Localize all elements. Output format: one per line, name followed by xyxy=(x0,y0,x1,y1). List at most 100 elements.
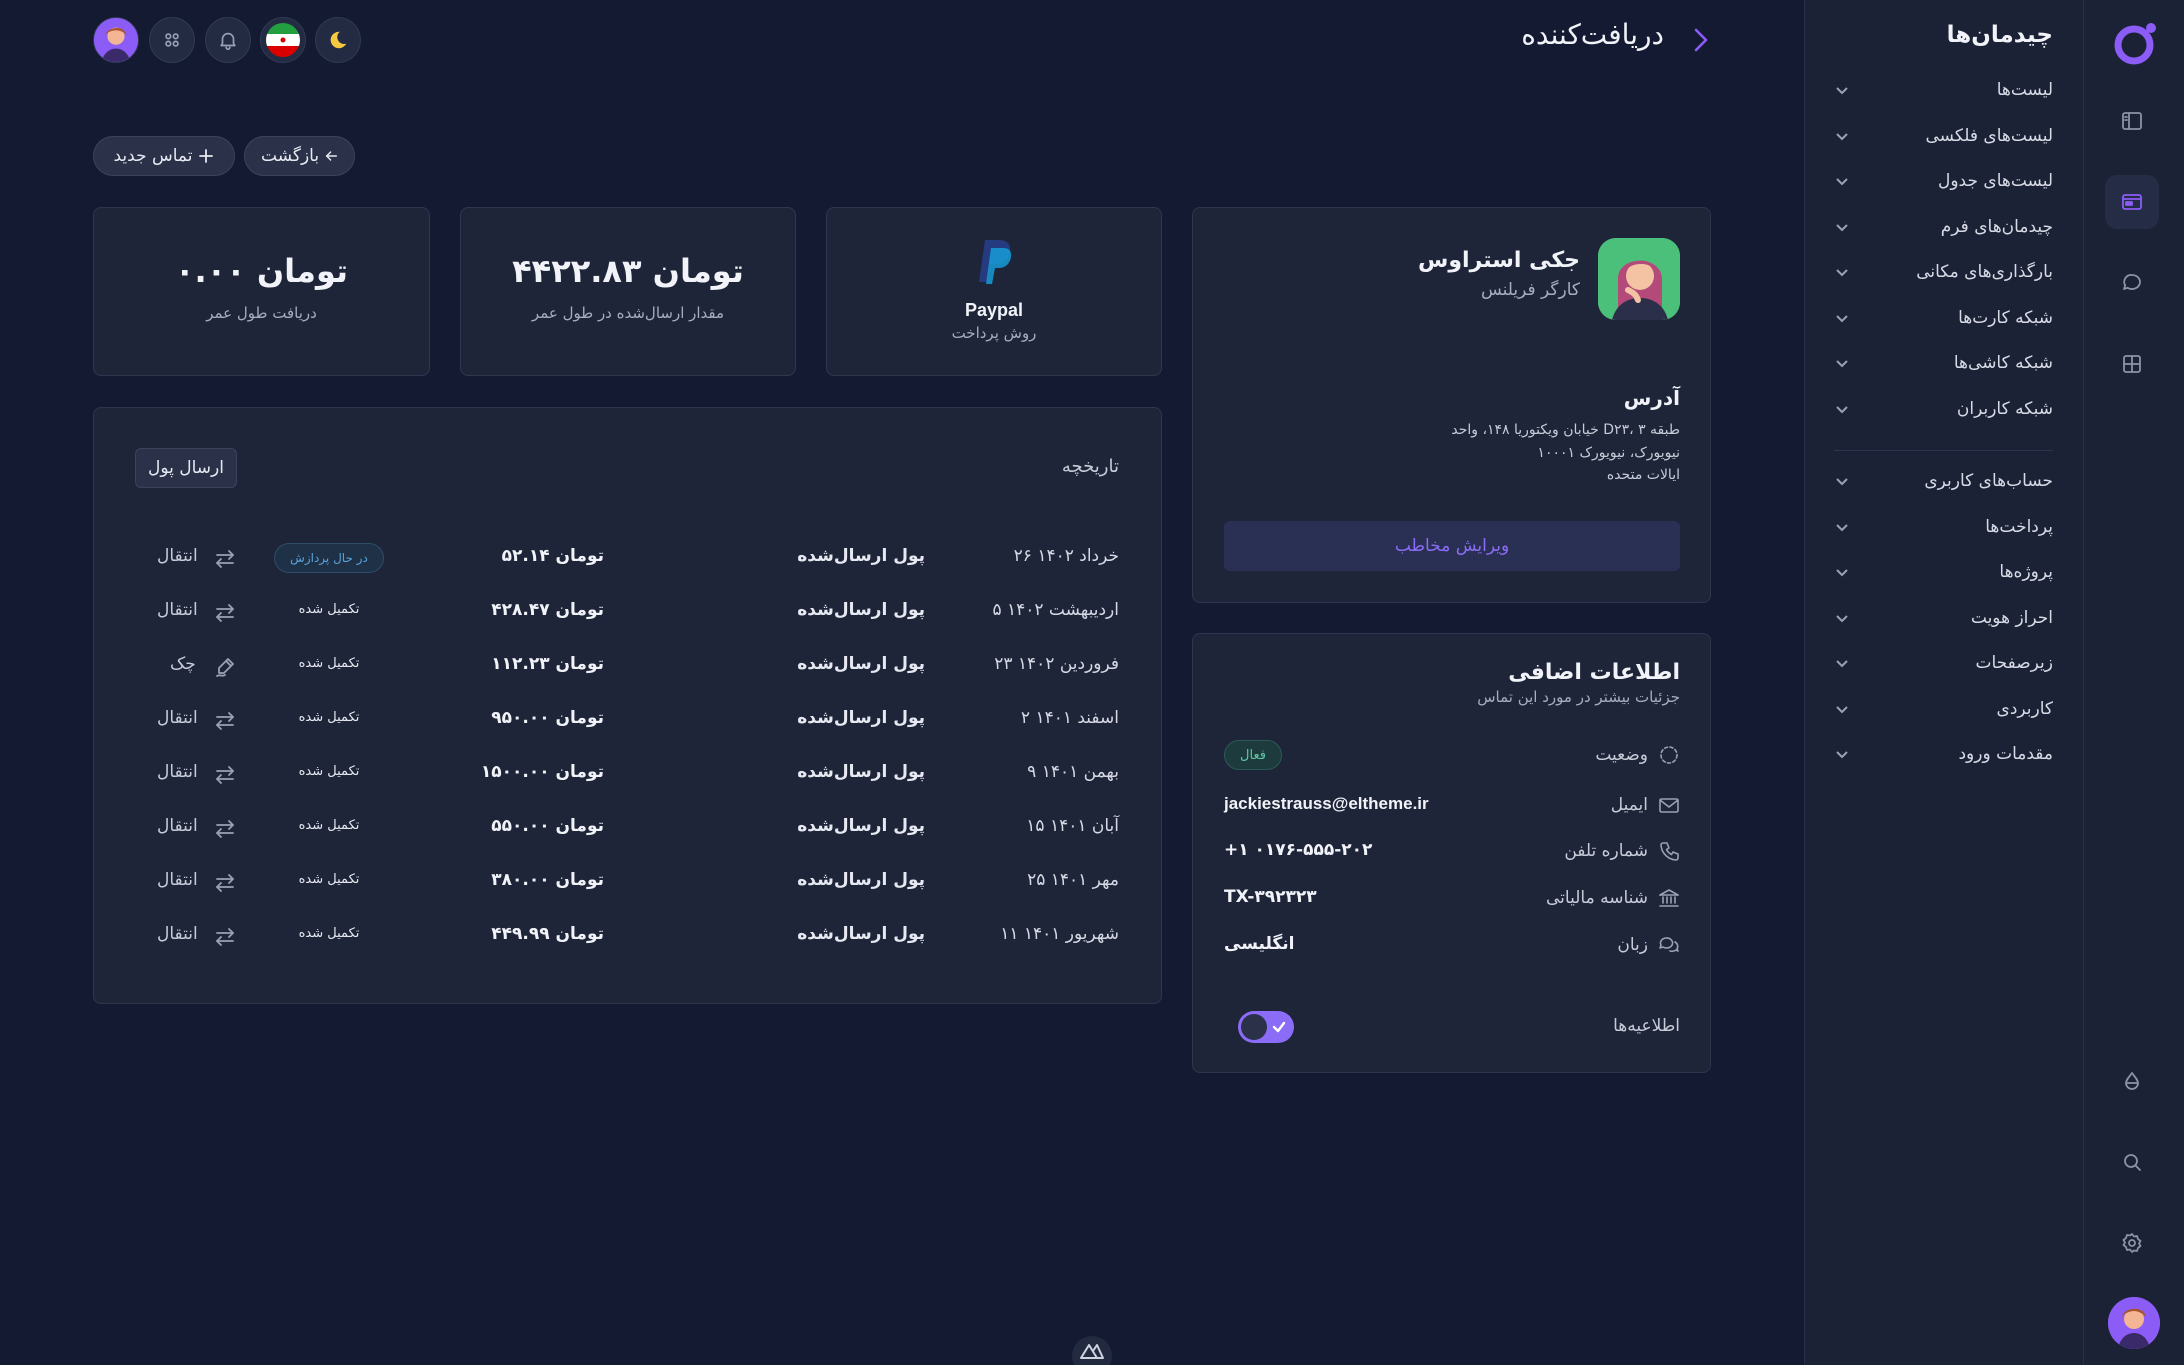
notifications-toggle[interactable] xyxy=(1238,1011,1294,1043)
sidebar-item-payments[interactable]: پرداخت‌ها xyxy=(1834,507,2053,547)
status-badge: تکمیل شده xyxy=(298,818,360,833)
table-row[interactable]: ۵ اردیبهشت ۱۴۰۲ پول ارسال‌شده ۴۲۸.۴۷ توم… xyxy=(94,592,1161,632)
row-date: ۲۳ فروردین ۱۴۰۲ xyxy=(994,654,1119,674)
layouts-icon[interactable] xyxy=(2105,175,2159,229)
received-amount-value: ۰.۰۰ تومان xyxy=(174,252,349,290)
row-description: پول ارسال‌شده xyxy=(797,924,925,944)
nuxt-logo-icon[interactable] xyxy=(1072,1336,1112,1365)
row-amount: ۱۵۰۰.۰۰ تومان xyxy=(480,762,604,782)
search-icon[interactable] xyxy=(2105,1135,2159,1189)
theme-drop-icon[interactable] xyxy=(2105,1054,2159,1108)
chevron-down-icon xyxy=(1836,315,1848,323)
address-line: ایالات متحده xyxy=(1606,467,1680,483)
sidebar-item-onboarding[interactable]: مقدمات ورود xyxy=(1834,734,2053,774)
chevron-down-icon xyxy=(1836,615,1848,623)
status-badge: تکمیل شده xyxy=(298,926,360,941)
table-row[interactable]: ۱۵ آبان ۱۴۰۱ پول ارسال‌شده ۵۵۰.۰۰ تومان … xyxy=(94,808,1161,848)
sidebar-item-flex-lists[interactable]: لیست‌های فلکسی xyxy=(1834,116,2053,156)
sidebar-item-accounts[interactable]: حساب‌های کاربری xyxy=(1834,461,2053,501)
sidebar-item-utility[interactable]: کاربردی xyxy=(1834,689,2053,729)
phone-label: شماره تلفن xyxy=(1564,841,1648,861)
payment-method-card: Paypal روش پرداخت xyxy=(826,207,1162,376)
transfer-icon xyxy=(216,766,234,784)
chevron-down-icon xyxy=(1836,133,1848,141)
row-date: ۵ اردیبهشت ۱۴۰۲ xyxy=(992,600,1119,620)
sidebar-item-form-layouts[interactable]: چیدمان‌های فرم xyxy=(1834,207,2053,247)
row-description: پول ارسال‌شده xyxy=(797,762,925,782)
plus-icon xyxy=(199,149,214,163)
table-row[interactable]: ۲۳ فروردین ۱۴۰۲ پول ارسال‌شده ۱۱۲.۲۳ توم… xyxy=(94,646,1161,686)
status-dashed-circle-icon xyxy=(1660,746,1678,764)
table-row[interactable]: ۱۱ شهریور ۱۴۰۱ پول ارسال‌شده ۴۴۹.۹۹ توما… xyxy=(94,916,1161,956)
transfer-icon xyxy=(216,874,234,892)
sidebar-item-label: شبکه کاربران xyxy=(1956,399,2053,419)
moon-icon[interactable] xyxy=(315,17,361,63)
row-date: ۱۱ شهریور ۱۴۰۱ xyxy=(1000,924,1119,944)
table-row[interactable]: ۲۶ خرداد ۱۴۰۲ پول ارسال‌شده ۵۲.۱۴ تومان … xyxy=(94,538,1161,578)
sidebar-item-tile-grid[interactable]: شبکه کاشی‌ها xyxy=(1834,343,2053,383)
sidebar-item-lists[interactable]: لیست‌ها xyxy=(1834,70,2053,110)
page-title: دریافت‌کننده xyxy=(1521,18,1664,51)
new-contact-button[interactable]: تماس جدید xyxy=(93,136,235,176)
payment-method-value: Paypal xyxy=(964,300,1024,320)
user-avatar[interactable] xyxy=(2108,1297,2160,1349)
row-amount: ۹۵۰.۰۰ تومان xyxy=(491,708,604,728)
sidebar-item-label: زیرصفحات xyxy=(1975,653,2053,673)
profile-role: کارگر فریلنس xyxy=(1480,280,1580,300)
email-value[interactable]: jackiestrauss@eltheme.ir xyxy=(1224,794,1429,814)
bell-icon[interactable] xyxy=(205,17,251,63)
sidebar-item-projects[interactable]: پروژه‌ها xyxy=(1834,552,2053,592)
back-button[interactable]: بازگشت xyxy=(244,136,355,176)
chevron-right-icon[interactable] xyxy=(1690,26,1712,54)
received-amount-label: دریافت طول عمر xyxy=(206,304,317,322)
app-logo-icon[interactable] xyxy=(2110,18,2160,68)
row-description: پول ارسال‌شده xyxy=(797,600,925,620)
row-date: ۲۵ مهر ۱۴۰۱ xyxy=(1027,870,1119,890)
row-amount: ۵۵۰.۰۰ تومان xyxy=(491,816,604,836)
row-description: پول ارسال‌شده xyxy=(797,708,925,728)
address-line: خیابان ویکتوریا ۱۴۸، واحد D۲۳، طبقه ۳ xyxy=(1451,422,1680,438)
sidebar-item-card-grid[interactable]: شبکه کارت‌ها xyxy=(1834,298,2053,338)
iran-flag-icon[interactable] xyxy=(260,17,306,63)
table-row[interactable]: ۲۵ مهر ۱۴۰۱ پول ارسال‌شده ۳۸۰.۰۰ تومان ت… xyxy=(94,862,1161,902)
signature-icon xyxy=(216,658,234,677)
sidebar-item-subpages[interactable]: زیرصفحات xyxy=(1834,643,2053,683)
email-label: ایمیل xyxy=(1610,795,1648,815)
table-row[interactable]: ۹ بهمن ۱۴۰۱ پول ارسال‌شده ۱۵۰۰.۰۰ تومان … xyxy=(94,754,1161,794)
edit-contact-button[interactable]: ویرایش مخاطب xyxy=(1224,521,1680,571)
apps-grid-icon[interactable] xyxy=(149,17,195,63)
new-contact-label: تماس جدید xyxy=(113,146,193,166)
phone-value: +۱ ۰۱۷۶-۵۵۵-۲۰۲ xyxy=(1224,840,1373,860)
chevron-down-icon xyxy=(1836,406,1848,414)
back-label: بازگشت xyxy=(261,146,320,166)
sidebar-item-label: حساب‌های کاربری xyxy=(1924,471,2053,491)
status-badge: تکمیل شده xyxy=(298,872,360,887)
grid-icon[interactable] xyxy=(2105,337,2159,391)
bank-icon xyxy=(1659,889,1679,907)
sidebar-item-label: شبکه کاشی‌ها xyxy=(1953,353,2053,373)
profile-name: جکی استراوس xyxy=(1418,248,1580,273)
chevron-down-icon xyxy=(1836,269,1848,277)
sidebar-item-table-lists[interactable]: لیست‌های جدول xyxy=(1834,161,2053,201)
row-method: انتقال xyxy=(157,816,198,836)
sidebar-item-user-grid[interactable]: شبکه کاربران xyxy=(1834,389,2053,429)
gear-icon[interactable] xyxy=(2105,1216,2159,1270)
history-title: تاریخچه xyxy=(1061,456,1119,477)
row-method: انتقال xyxy=(157,600,198,620)
profile-avatar xyxy=(1598,238,1680,320)
row-description: پول ارسال‌شده xyxy=(797,546,925,566)
transfer-icon xyxy=(216,712,234,730)
user-avatar[interactable] xyxy=(93,17,139,63)
status-row: وضعیت فعال xyxy=(1224,740,1680,772)
table-row[interactable]: ۲ اسفند ۱۴۰۱ پول ارسال‌شده ۹۵۰.۰۰ تومان … xyxy=(94,700,1161,740)
row-date: ۱۵ آبان ۱۴۰۱ xyxy=(1026,816,1119,836)
send-money-button[interactable]: ارسال پول xyxy=(135,448,237,488)
sidebar-item-auth[interactable]: احراز هویت xyxy=(1834,598,2053,638)
row-description: پول ارسال‌شده xyxy=(797,654,925,674)
sidebar-item-label: لیست‌های فلکسی xyxy=(1925,126,2054,146)
chat-icon[interactable] xyxy=(2105,256,2159,310)
chat-bubbles-icon xyxy=(1659,937,1679,953)
extra-info-title: اطلاعات اضافی xyxy=(1508,660,1680,685)
sidebar-toggle-icon[interactable] xyxy=(2105,94,2159,148)
sidebar-item-placeloads[interactable]: بارگذاری‌های مکانی xyxy=(1834,252,2053,292)
